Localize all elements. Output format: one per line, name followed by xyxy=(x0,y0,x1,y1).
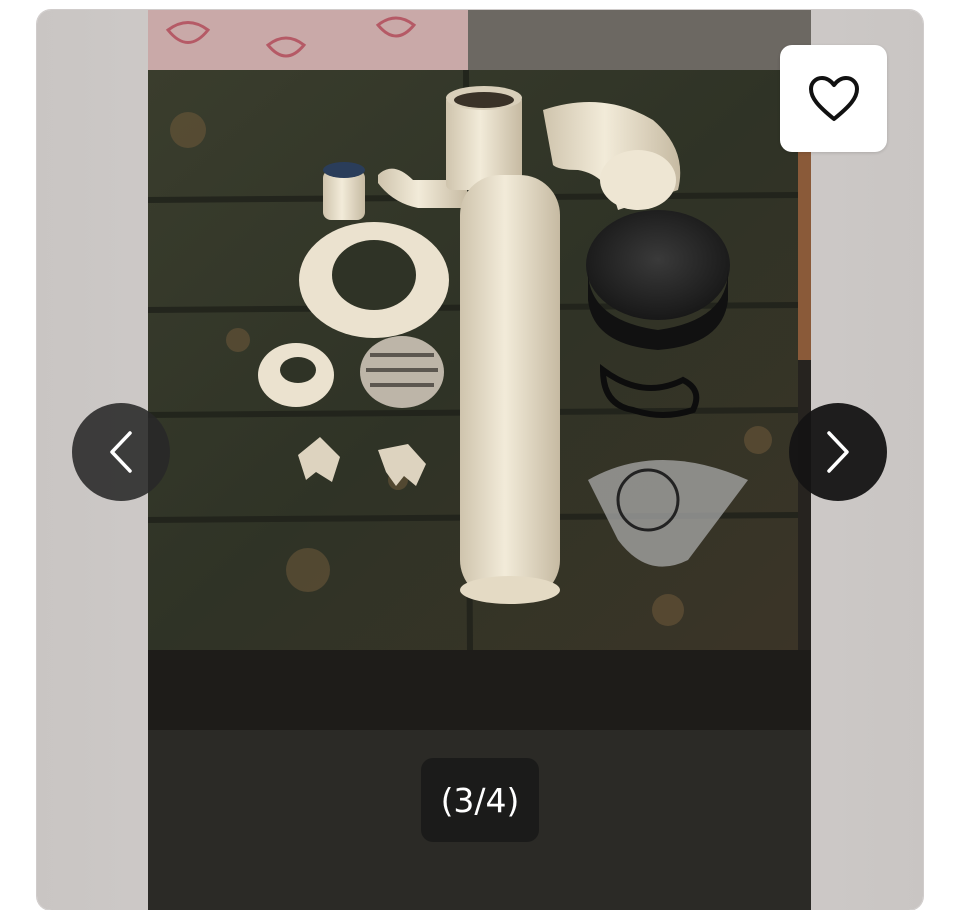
chevron-right-icon xyxy=(827,431,849,473)
image-gallery-viewer: (3/4) xyxy=(37,10,923,910)
heart-outline-icon xyxy=(808,75,859,121)
previous-image-button[interactable] xyxy=(72,403,170,501)
next-image-button[interactable] xyxy=(789,403,887,501)
chevron-left-icon xyxy=(110,431,132,473)
favorite-button[interactable] xyxy=(780,45,887,152)
image-counter: (3/4) xyxy=(421,758,539,842)
